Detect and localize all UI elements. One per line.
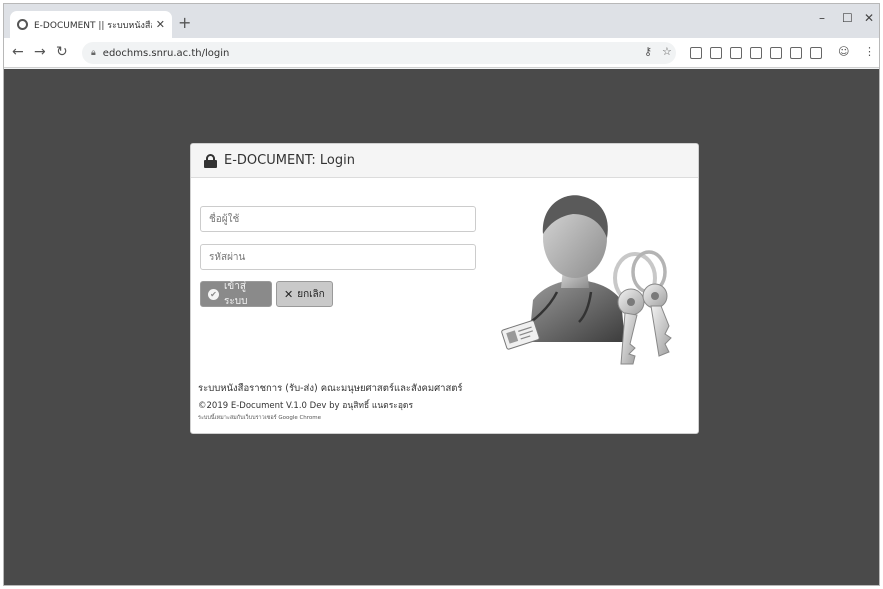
user-with-keys-illustration <box>501 195 672 365</box>
extension-icon[interactable] <box>750 47 762 59</box>
extension-icon[interactable] <box>790 47 802 59</box>
browser-note-text: ระบบนี้เหมาะสมกับเว็บบราวเซอร์ Google Ch… <box>198 415 322 421</box>
close-window-button[interactable]: ✕ <box>864 11 874 25</box>
extension-icon[interactable] <box>690 47 702 59</box>
browser-window: E-DOCUMENT || ระบบหนังสือราชการ ✕ + – ☐ … <box>3 3 880 586</box>
copyright-text: ©2019 E-Document V.1.0 Dev by อนุสิทธิ์ … <box>198 401 414 411</box>
forward-arrow-icon[interactable]: → <box>34 44 46 60</box>
cancel-button[interactable]: ✕ ยกเลิก <box>276 281 333 307</box>
bookmark-star-icon[interactable]: ☆ <box>662 45 672 58</box>
browser-tab[interactable]: E-DOCUMENT || ระบบหนังสือราชการ ✕ <box>10 11 172 38</box>
favicon-icon <box>17 19 28 30</box>
cancel-button-label: ยกเลิก <box>297 288 325 300</box>
extension-icon[interactable] <box>770 47 782 59</box>
login-title: E-DOCUMENT: Login <box>224 153 355 168</box>
check-circle-icon: ✔ <box>208 288 219 300</box>
browser-toolbar: ← → ↻ 🔒︎ edochms.snru.ac.th/login ⚷ ☆ ☺ … <box>4 38 879 68</box>
url-text: edochms.snru.ac.th/login <box>102 47 230 59</box>
new-tab-button[interactable]: + <box>178 13 191 32</box>
tab-title: E-DOCUMENT || ระบบหนังสือราชการ <box>34 20 152 31</box>
extension-icon[interactable] <box>810 47 822 59</box>
password-input[interactable] <box>200 244 476 270</box>
tab-strip: E-DOCUMENT || ระบบหนังสือราชการ ✕ + – ☐ … <box>4 4 879 38</box>
extension-icon[interactable] <box>710 47 722 59</box>
login-button-label: เข้าสู่ระบบ <box>224 281 248 307</box>
times-icon: ✕ <box>284 287 294 301</box>
profile-avatar-icon[interactable]: ☺ <box>838 45 849 58</box>
key-icon[interactable]: ⚷ <box>644 45 652 58</box>
lock-icon <box>204 153 217 168</box>
minimize-button[interactable]: – <box>819 11 825 25</box>
page-viewport: E-DOCUMENT: Login ✔ เข้าสู่ระบบ ✕ ยกเลิก… <box>4 69 879 585</box>
extension-icon[interactable] <box>730 47 742 59</box>
tab-close-icon[interactable]: ✕ <box>156 18 165 31</box>
address-bar[interactable]: 🔒︎ edochms.snru.ac.th/login <box>82 42 676 64</box>
login-panel: E-DOCUMENT: Login ✔ เข้าสู่ระบบ ✕ ยกเลิก… <box>190 143 699 434</box>
secure-lock-icon: 🔒︎ <box>91 48 96 58</box>
login-panel-header: E-DOCUMENT: Login <box>191 144 698 178</box>
maximize-button[interactable]: ☐ <box>842 11 853 25</box>
reload-icon[interactable]: ↻ <box>56 44 68 60</box>
login-button[interactable]: ✔ เข้าสู่ระบบ <box>200 281 272 307</box>
back-arrow-icon[interactable]: ← <box>12 44 24 60</box>
username-input[interactable] <box>200 206 476 232</box>
system-name-text: ระบบหนังสือราชการ (รับ-ส่ง) คณะมนุษยศาสต… <box>198 383 463 394</box>
menu-dots-icon[interactable]: ⋮ <box>864 45 875 58</box>
